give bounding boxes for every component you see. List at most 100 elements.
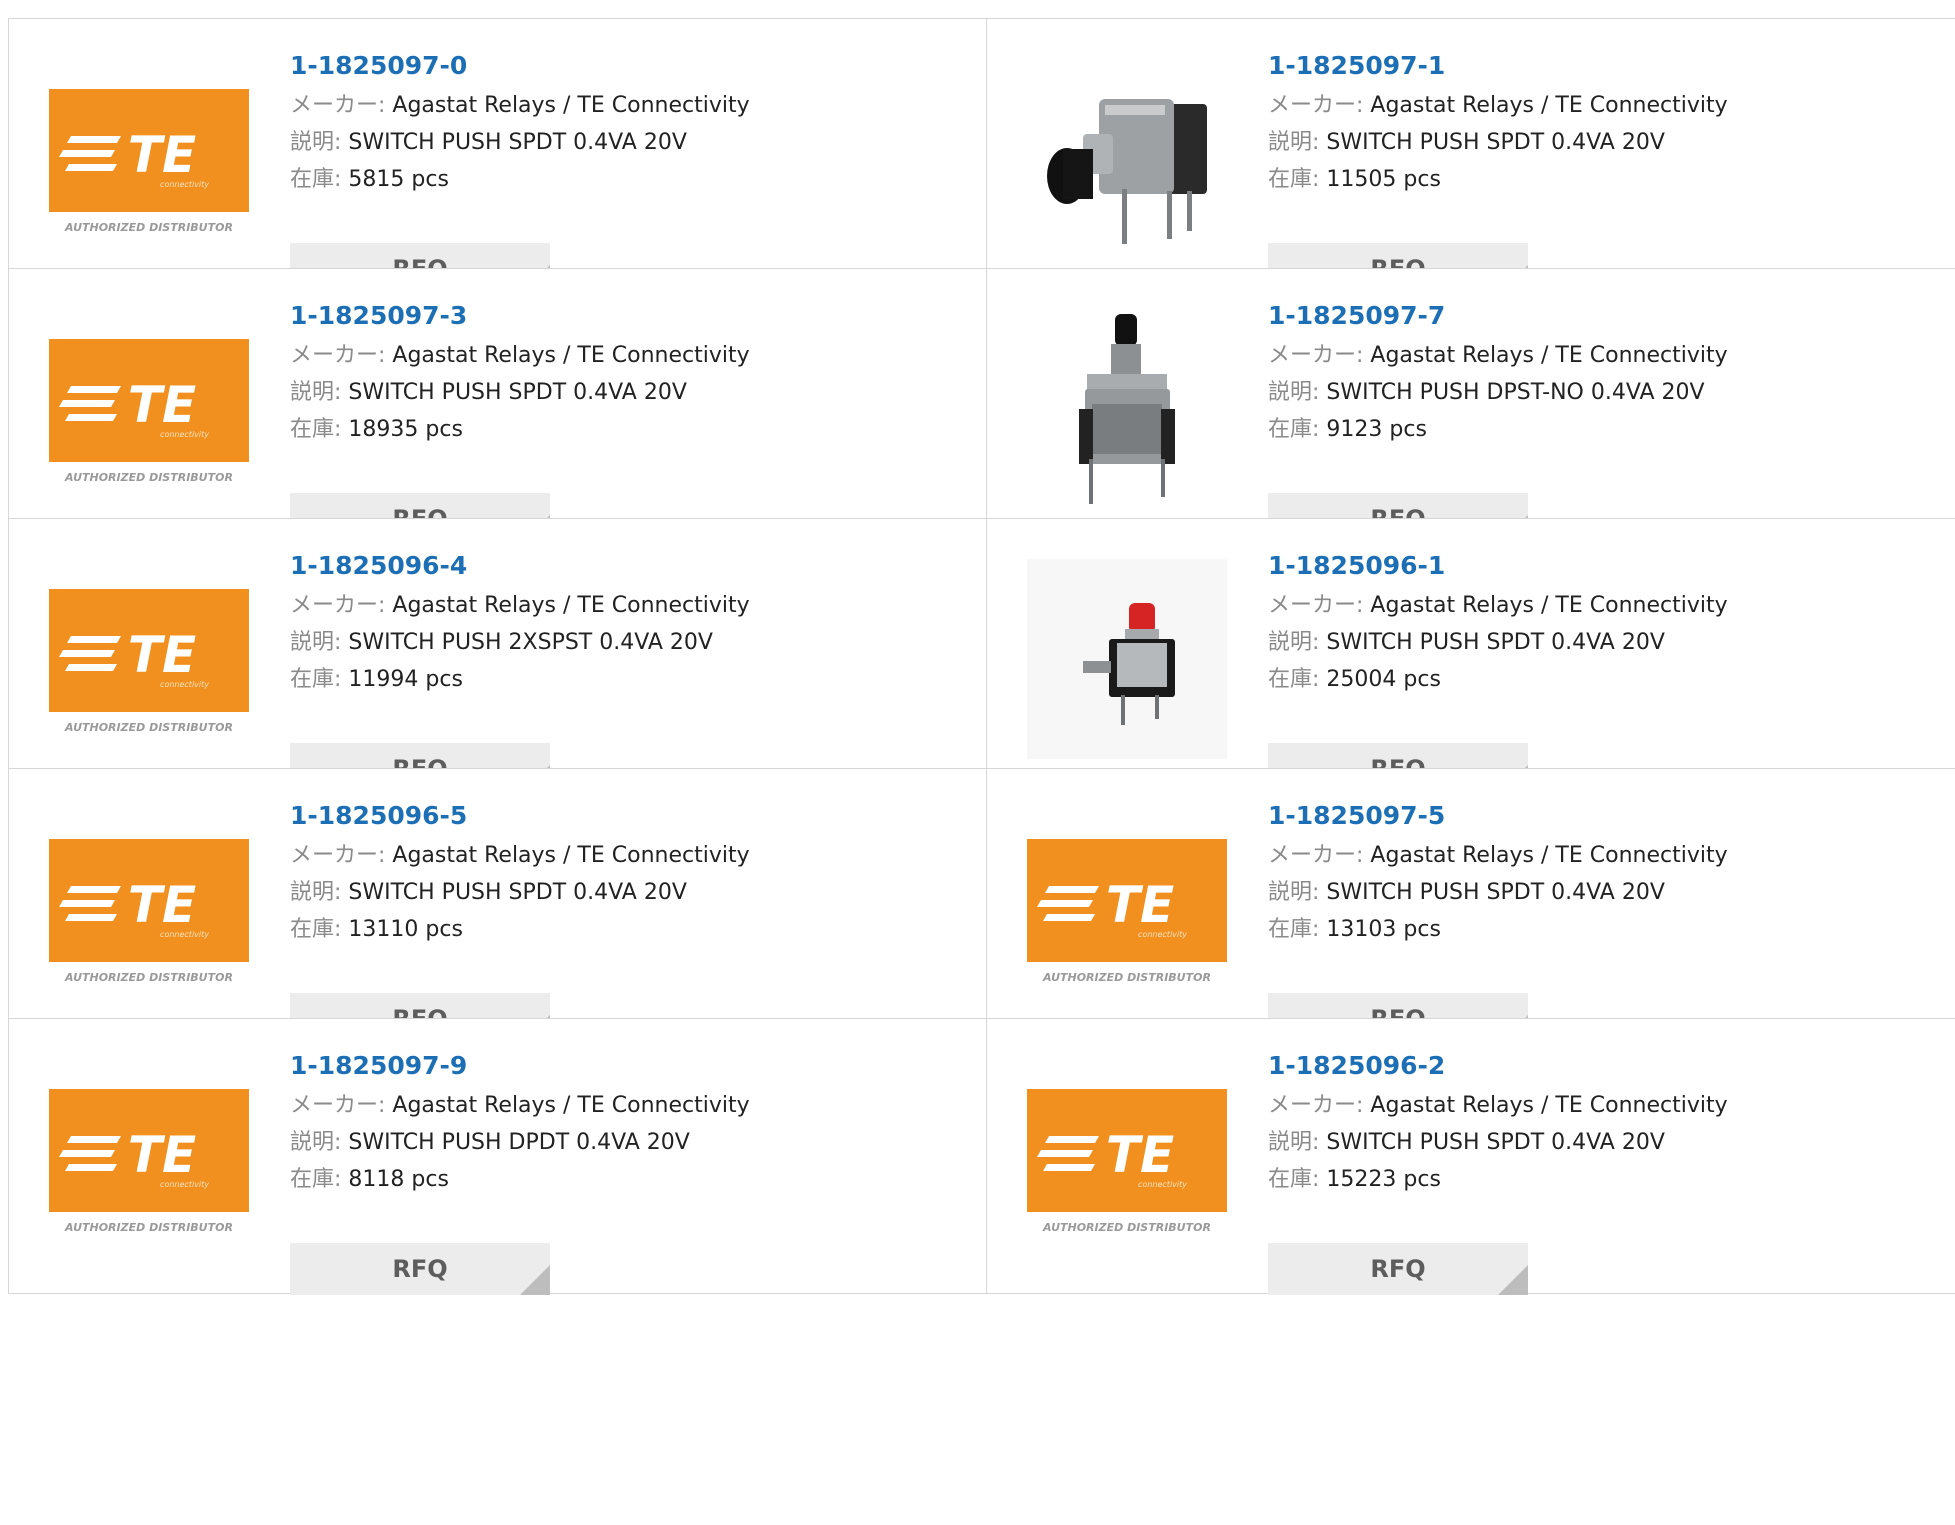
authorized-distributor-caption: AUTHORIZED DISTRIBUTOR	[64, 221, 233, 234]
stock-label: 在庫:	[1268, 167, 1320, 192]
maker-label: メーカー:	[290, 593, 386, 618]
stock-value: 11505 pcs	[1326, 167, 1441, 192]
part-number-link[interactable]: 1-1825097-9	[290, 1049, 750, 1083]
part-number-link[interactable]: 1-1825097-3	[290, 299, 750, 333]
stock-line: 在庫: 8118 pcs	[290, 1161, 750, 1198]
description-line: 説明: SWITCH PUSH SPDT 0.4VA 20V	[290, 374, 750, 411]
rfq-button[interactable]: RFQ	[1268, 1243, 1528, 1295]
maker-label: メーカー:	[290, 1093, 386, 1118]
te-authorized-distributor-logo: TE connectivity AUTHORIZED DISTRIBUTOR	[49, 339, 249, 484]
description-label: 説明:	[1268, 380, 1320, 405]
description-line: 説明: SWITCH PUSH SPDT 0.4VA 20V	[1268, 874, 1728, 911]
te-logo-text: TE	[1106, 1126, 1174, 1184]
te-authorized-distributor-logo: TE connectivity AUTHORIZED DISTRIBUTOR	[49, 839, 249, 984]
description-line: 説明: SWITCH PUSH SPDT 0.4VA 20V	[1268, 124, 1728, 161]
te-authorized-distributor-logo: TE connectivity AUTHORIZED DISTRIBUTOR	[49, 1089, 249, 1234]
description-line: 説明: SWITCH PUSH DPDT 0.4VA 20V	[290, 1124, 750, 1161]
maker-value: Agastat Relays / TE Connectivity	[1370, 93, 1728, 118]
description-value: SWITCH PUSH SPDT 0.4VA 20V	[1326, 880, 1665, 905]
part-number-link[interactable]: 1-1825096-1	[1268, 549, 1728, 583]
stock-value: 25004 pcs	[1326, 667, 1441, 692]
description-value: SWITCH PUSH SPDT 0.4VA 20V	[348, 380, 687, 405]
te-logo-subtext: connectivity	[160, 180, 209, 189]
description-label: 説明:	[1268, 880, 1320, 905]
product-card: TE connectivity AUTHORIZED DISTRIBUTOR 1…	[986, 1018, 1955, 1295]
maker-value: Agastat Relays / TE Connectivity	[1370, 593, 1728, 618]
te-logo-subtext: connectivity	[1138, 930, 1187, 939]
product-thumbnail[interactable]: TE connectivity AUTHORIZED DISTRIBUTOR	[49, 309, 249, 509]
stock-line: 在庫: 11505 pcs	[1268, 161, 1728, 198]
product-thumbnail[interactable]	[1027, 59, 1227, 259]
maker-value: Agastat Relays / TE Connectivity	[1370, 343, 1728, 368]
maker-value: Agastat Relays / TE Connectivity	[1370, 1093, 1728, 1118]
product-card: TE connectivity AUTHORIZED DISTRIBUTOR 1…	[8, 268, 987, 545]
te-authorized-distributor-logo: TE connectivity AUTHORIZED DISTRIBUTOR	[49, 589, 249, 734]
product-row: TE connectivity AUTHORIZED DISTRIBUTOR 1…	[8, 518, 1955, 795]
product-thumbnail[interactable]: TE connectivity AUTHORIZED DISTRIBUTOR	[49, 559, 249, 759]
part-number-link[interactable]: 1-1825097-1	[1268, 49, 1728, 83]
maker-value: Agastat Relays / TE Connectivity	[392, 593, 750, 618]
product-info: 1-1825096-1 メーカー: Agastat Relays / TE Con…	[1268, 549, 1728, 795]
vertical-black-switch-photo	[1027, 309, 1227, 509]
product-thumbnail[interactable]: TE connectivity AUTHORIZED DISTRIBUTOR	[49, 1059, 249, 1259]
product-info: 1-1825097-5 メーカー: Agastat Relays / TE Con…	[1268, 799, 1728, 1045]
product-thumbnail[interactable]: TE connectivity AUTHORIZED DISTRIBUTOR	[1027, 1059, 1227, 1259]
part-number-link[interactable]: 1-1825096-4	[290, 549, 750, 583]
stock-label: 在庫:	[1268, 1167, 1320, 1192]
rfq-button[interactable]: RFQ	[290, 1243, 550, 1295]
stock-line: 在庫: 15223 pcs	[1268, 1161, 1728, 1198]
stock-line: 在庫: 13110 pcs	[290, 911, 750, 948]
maker-value: Agastat Relays / TE Connectivity	[392, 93, 750, 118]
maker-value: Agastat Relays / TE Connectivity	[1370, 843, 1728, 868]
stock-label: 在庫:	[290, 917, 342, 942]
maker-line: メーカー: Agastat Relays / TE Connectivity	[290, 1087, 750, 1124]
te-authorized-distributor-logo: TE connectivity AUTHORIZED DISTRIBUTOR	[49, 89, 249, 234]
te-logo-text: TE	[128, 376, 196, 434]
stock-label: 在庫:	[290, 1167, 342, 1192]
part-number-link[interactable]: 1-1825097-7	[1268, 299, 1728, 333]
product-thumbnail[interactable]: TE connectivity AUTHORIZED DISTRIBUTOR	[49, 59, 249, 259]
description-line: 説明: SWITCH PUSH SPDT 0.4VA 20V	[290, 874, 750, 911]
description-value: SWITCH PUSH 2XSPST 0.4VA 20V	[348, 630, 713, 655]
part-number-link[interactable]: 1-1825097-5	[1268, 799, 1728, 833]
part-number-link[interactable]: 1-1825097-0	[290, 49, 750, 83]
rfq-button-label: RFQ	[392, 1255, 448, 1283]
authorized-distributor-caption: AUTHORIZED DISTRIBUTOR	[64, 721, 233, 734]
te-logo-text: TE	[128, 126, 196, 184]
stock-value: 15223 pcs	[1326, 1167, 1441, 1192]
maker-label: メーカー:	[1268, 843, 1364, 868]
product-thumbnail[interactable]	[1027, 559, 1227, 759]
authorized-distributor-caption: AUTHORIZED DISTRIBUTOR	[64, 1221, 233, 1234]
maker-label: メーカー:	[1268, 343, 1364, 368]
maker-label: メーカー:	[1268, 1093, 1364, 1118]
product-thumbnail[interactable]	[1027, 309, 1227, 509]
te-logo-subtext: connectivity	[160, 930, 209, 939]
maker-line: メーカー: Agastat Relays / TE Connectivity	[290, 337, 750, 374]
maker-label: メーカー:	[1268, 93, 1364, 118]
description-value: SWITCH PUSH SPDT 0.4VA 20V	[348, 880, 687, 905]
maker-value: Agastat Relays / TE Connectivity	[392, 343, 750, 368]
te-logo-subtext: connectivity	[160, 430, 209, 439]
red-cap-switch-photo	[1027, 559, 1227, 759]
part-number-link[interactable]: 1-1825096-5	[290, 799, 750, 833]
maker-line: メーカー: Agastat Relays / TE Connectivity	[290, 587, 750, 624]
product-thumbnail[interactable]: TE connectivity AUTHORIZED DISTRIBUTOR	[1027, 809, 1227, 1009]
description-line: 説明: SWITCH PUSH DPST-NO 0.4VA 20V	[1268, 374, 1728, 411]
corner-fold-icon	[520, 1265, 550, 1295]
part-number-link[interactable]: 1-1825096-2	[1268, 1049, 1728, 1083]
authorized-distributor-caption: AUTHORIZED DISTRIBUTOR	[64, 471, 233, 484]
description-line: 説明: SWITCH PUSH SPDT 0.4VA 20V	[290, 124, 750, 161]
description-line: 説明: SWITCH PUSH SPDT 0.4VA 20V	[1268, 1124, 1728, 1161]
product-thumbnail[interactable]: TE connectivity AUTHORIZED DISTRIBUTOR	[49, 809, 249, 1009]
description-label: 説明:	[290, 130, 342, 155]
authorized-distributor-caption: AUTHORIZED DISTRIBUTOR	[64, 971, 233, 984]
description-value: SWITCH PUSH SPDT 0.4VA 20V	[1326, 130, 1665, 155]
te-logo-text: TE	[1106, 876, 1174, 934]
maker-line: メーカー: Agastat Relays / TE Connectivity	[1268, 587, 1728, 624]
maker-value: Agastat Relays / TE Connectivity	[392, 843, 750, 868]
description-value: SWITCH PUSH SPDT 0.4VA 20V	[348, 130, 687, 155]
description-label: 説明:	[290, 880, 342, 905]
product-info: 1-1825097-1 メーカー: Agastat Relays / TE Con…	[1268, 49, 1728, 295]
te-authorized-distributor-logo: TE connectivity AUTHORIZED DISTRIBUTOR	[1027, 1089, 1227, 1234]
description-line: 説明: SWITCH PUSH SPDT 0.4VA 20V	[1268, 624, 1728, 661]
